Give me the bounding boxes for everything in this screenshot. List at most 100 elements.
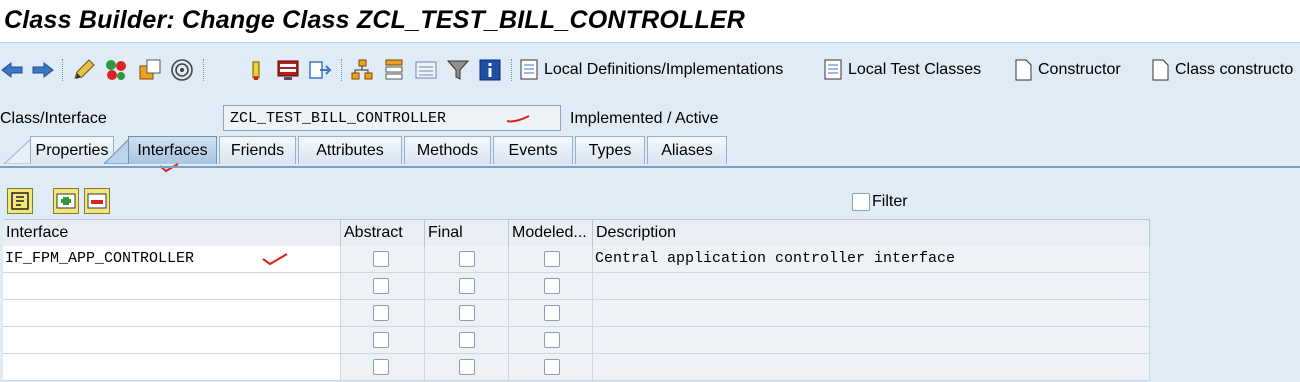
- table-row[interactable]: [3, 354, 1150, 381]
- interface-cell[interactable]: [3, 354, 341, 381]
- class-constructor-button[interactable]: Class constructo: [1151, 57, 1293, 83]
- modeled-checkbox[interactable]: [544, 305, 560, 321]
- modeled-checkbox[interactable]: [544, 251, 560, 267]
- table-row[interactable]: [3, 327, 1150, 354]
- column-header-interface[interactable]: Interface: [3, 220, 341, 246]
- abstract-cell: [341, 327, 425, 354]
- interface-cell[interactable]: [3, 300, 341, 327]
- tab-events[interactable]: Events: [493, 136, 573, 164]
- list-icon[interactable]: [414, 58, 438, 82]
- insert-row-button[interactable]: [53, 188, 79, 214]
- info-icon[interactable]: [478, 58, 502, 82]
- final-cell: [425, 273, 509, 300]
- class-constructor-label: Class constructo: [1175, 61, 1294, 78]
- blank-document-icon: [1015, 59, 1032, 81]
- red-check-annotation: [262, 253, 288, 266]
- insert-row-icon: [56, 193, 76, 209]
- table-row[interactable]: IF_FPM_APP_CONTROLLER Central applicatio…: [3, 246, 1150, 273]
- column-header-final[interactable]: Final: [425, 220, 509, 246]
- abstract-checkbox[interactable]: [373, 305, 389, 321]
- final-checkbox[interactable]: [459, 278, 475, 294]
- edit-pencil-icon[interactable]: [72, 58, 96, 82]
- activate-icon[interactable]: [104, 58, 128, 82]
- table-row[interactable]: [3, 300, 1150, 327]
- description-cell: [593, 300, 1150, 327]
- blank-document-icon: [1152, 59, 1169, 81]
- tab-strip: Properties Interfaces Friends Attributes…: [0, 134, 1300, 173]
- tab-attributes[interactable]: Attributes: [298, 136, 402, 164]
- description-cell: Central application controller interface: [593, 246, 1150, 273]
- abstract-checkbox[interactable]: [373, 278, 389, 294]
- stack-icon[interactable]: [382, 58, 406, 82]
- tab-interfaces[interactable]: Interfaces: [128, 136, 217, 164]
- interface-cell[interactable]: [3, 327, 341, 354]
- local-definitions-label: Local Definitions/Implementations: [544, 61, 784, 78]
- description-cell: [593, 354, 1150, 381]
- abstract-checkbox[interactable]: [373, 359, 389, 375]
- filter-label: Filter: [872, 193, 908, 210]
- tab-friends[interactable]: Friends: [219, 136, 296, 164]
- delete-row-button[interactable]: [84, 188, 110, 214]
- window-title: Class Builder: Change Class ZCL_TEST_BIL…: [4, 6, 746, 34]
- back-arrow-icon[interactable]: [0, 58, 24, 82]
- interface-cell[interactable]: [3, 273, 341, 300]
- final-checkbox[interactable]: [459, 251, 475, 267]
- local-test-classes-button[interactable]: Local Test Classes: [824, 57, 981, 83]
- modeled-cell: [509, 354, 593, 381]
- final-cell: [425, 354, 509, 381]
- detail-view-button[interactable]: [7, 188, 33, 214]
- table-row[interactable]: [3, 273, 1150, 300]
- modeled-cell: [509, 327, 593, 354]
- constructor-label: Constructor: [1038, 61, 1121, 78]
- constructor-button[interactable]: Constructor: [1014, 57, 1121, 83]
- modeled-checkbox[interactable]: [544, 332, 560, 348]
- display-object-icon[interactable]: [276, 58, 300, 82]
- navigate-icon[interactable]: [308, 58, 332, 82]
- insert-icon[interactable]: [244, 58, 268, 82]
- object-list-icon[interactable]: [138, 58, 162, 82]
- document-lines-icon: [824, 59, 842, 80]
- final-cell: [425, 327, 509, 354]
- forward-arrow-icon[interactable]: [31, 58, 55, 82]
- class-status-text: Implemented / Active: [570, 110, 719, 127]
- modeled-cell: [509, 246, 593, 273]
- column-header-modeled[interactable]: Modeled...: [509, 220, 593, 246]
- final-checkbox[interactable]: [459, 305, 475, 321]
- tab-types[interactable]: Types: [575, 136, 645, 164]
- tab-methods[interactable]: Methods: [404, 136, 491, 164]
- abstract-cell: [341, 246, 425, 273]
- interface-cell[interactable]: IF_FPM_APP_CONTROLLER: [3, 246, 341, 273]
- description-cell: [593, 273, 1150, 300]
- final-cell: [425, 246, 509, 273]
- modeled-checkbox[interactable]: [544, 359, 560, 375]
- abstract-checkbox[interactable]: [373, 251, 389, 267]
- final-cell: [425, 300, 509, 327]
- final-checkbox[interactable]: [459, 332, 475, 348]
- modeled-cell: [509, 300, 593, 327]
- where-used-icon[interactable]: [170, 58, 194, 82]
- tab-aliases[interactable]: Aliases: [647, 136, 727, 164]
- toolbar-separator: [62, 59, 65, 81]
- abstract-cell: [341, 273, 425, 300]
- tab-properties[interactable]: Properties: [30, 136, 114, 164]
- detail-view-icon: [11, 192, 29, 210]
- filter-icon[interactable]: [446, 58, 470, 82]
- modeled-checkbox[interactable]: [544, 278, 560, 294]
- final-checkbox[interactable]: [459, 359, 475, 375]
- document-lines-icon: [520, 59, 538, 80]
- local-test-classes-label: Local Test Classes: [848, 61, 982, 78]
- local-definitions-button[interactable]: Local Definitions/Implementations: [520, 57, 783, 83]
- description-cell: [593, 327, 1150, 354]
- filter-check-box[interactable]: [852, 193, 870, 211]
- hierarchy-icon[interactable]: [350, 58, 374, 82]
- abstract-cell: [341, 300, 425, 327]
- abstract-checkbox[interactable]: [373, 332, 389, 348]
- class-interface-label: Class/Interface: [0, 110, 107, 127]
- delete-row-icon: [87, 193, 107, 209]
- modeled-cell: [509, 273, 593, 300]
- column-header-description[interactable]: Description: [593, 220, 1150, 246]
- tab-edge-decoration: [4, 137, 32, 164]
- column-header-abstract[interactable]: Abstract: [341, 220, 425, 246]
- toolbar-separator: [511, 59, 514, 81]
- filter-checkbox[interactable]: Filter: [852, 193, 908, 211]
